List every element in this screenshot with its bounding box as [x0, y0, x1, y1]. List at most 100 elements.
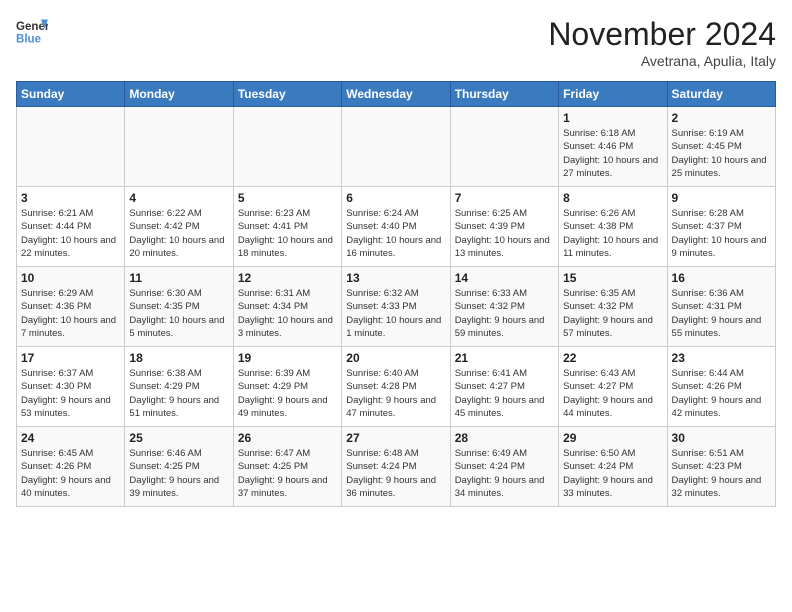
day-info: Sunrise: 6:23 AM Sunset: 4:41 PM Dayligh… — [238, 207, 337, 260]
day-info: Sunrise: 6:33 AM Sunset: 4:32 PM Dayligh… — [455, 287, 554, 340]
table-row: 17 Sunrise: 6:37 AM Sunset: 4:30 PM Dayli… — [17, 347, 125, 427]
calendar-week-row: 17 Sunrise: 6:37 AM Sunset: 4:30 PM Dayli… — [17, 347, 776, 427]
table-row: 13 Sunrise: 6:32 AM Sunset: 4:33 PM Dayli… — [342, 267, 450, 347]
table-row: 9Sunrise: 6:28 AM Sunset: 4:37 PM Daylig… — [667, 187, 775, 267]
table-row: 19Sunrise: 6:39 AM Sunset: 4:29 PM Dayli… — [233, 347, 341, 427]
table-row: 29Sunrise: 6:50 AM Sunset: 4:24 PM Dayli… — [559, 427, 667, 507]
day-number: 4 — [129, 191, 228, 205]
day-info: Sunrise: 6:45 AM Sunset: 4:26 PM Dayligh… — [21, 447, 120, 500]
table-row: 7Sunrise: 6:25 AM Sunset: 4:39 PM Daylig… — [450, 187, 558, 267]
table-row — [17, 107, 125, 187]
day-info: Sunrise: 6:21 AM Sunset: 4:44 PM Dayligh… — [21, 207, 120, 260]
calendar-week-row: 24 Sunrise: 6:45 AM Sunset: 4:26 PM Dayli… — [17, 427, 776, 507]
day-info: Sunrise: 6:38 AM Sunset: 4:29 PM Dayligh… — [129, 367, 228, 420]
day-number: 26 — [238, 431, 337, 445]
table-row: 6 Sunrise: 6:24 AM Sunset: 4:40 PM Daylig… — [342, 187, 450, 267]
day-info: Sunrise: 6:35 AM Sunset: 4:32 PM Dayligh… — [563, 287, 662, 340]
day-number: 30 — [672, 431, 771, 445]
day-info: Sunrise: 6:18 AM Sunset: 4:46 PM Dayligh… — [563, 127, 662, 180]
table-row — [233, 107, 341, 187]
header-thursday: Thursday — [450, 82, 558, 107]
page-header: General Blue November 2024 Avetrana, Apu… — [16, 16, 776, 69]
day-info: Sunrise: 6:46 AM Sunset: 4:25 PM Dayligh… — [129, 447, 228, 500]
day-info: Sunrise: 6:26 AM Sunset: 4:38 PM Dayligh… — [563, 207, 662, 260]
table-row: 11 Sunrise: 6:30 AM Sunset: 4:35 PM Dayli… — [125, 267, 233, 347]
day-info: Sunrise: 6:19 AM Sunset: 4:45 PM Dayligh… — [672, 127, 771, 180]
day-number: 14 — [455, 271, 554, 285]
table-row: 14 Sunrise: 6:33 AM Sunset: 4:32 PM Dayli… — [450, 267, 558, 347]
day-number: 18 — [129, 351, 228, 365]
day-number: 24 — [21, 431, 120, 445]
day-info: Sunrise: 6:43 AM Sunset: 4:27 PM Dayligh… — [563, 367, 662, 420]
day-number: 13 — [346, 271, 445, 285]
day-number: 2 — [672, 111, 771, 125]
table-row: 20 Sunrise: 6:40 AM Sunset: 4:28 PM Dayli… — [342, 347, 450, 427]
day-info: Sunrise: 6:40 AM Sunset: 4:28 PM Dayligh… — [346, 367, 445, 420]
logo-icon: General Blue — [16, 16, 48, 48]
svg-text:Blue: Blue — [16, 34, 42, 46]
table-row — [342, 107, 450, 187]
day-number: 29 — [563, 431, 662, 445]
day-number: 22 — [563, 351, 662, 365]
day-number: 25 — [129, 431, 228, 445]
day-info: Sunrise: 6:29 AM Sunset: 4:36 PM Dayligh… — [21, 287, 120, 340]
calendar-table: Sunday Monday Tuesday Wednesday Thursday… — [16, 81, 776, 507]
day-info: Sunrise: 6:31 AM Sunset: 4:34 PM Dayligh… — [238, 287, 337, 340]
table-row — [125, 107, 233, 187]
table-row: 21Sunrise: 6:41 AM Sunset: 4:27 PM Dayli… — [450, 347, 558, 427]
calendar-week-row: 10Sunrise: 6:29 AM Sunset: 4:36 PM Dayli… — [17, 267, 776, 347]
table-row: 27 Sunrise: 6:48 AM Sunset: 4:24 PM Dayli… — [342, 427, 450, 507]
day-info: Sunrise: 6:39 AM Sunset: 4:29 PM Dayligh… — [238, 367, 337, 420]
day-number: 28 — [455, 431, 554, 445]
day-number: 16 — [672, 271, 771, 285]
day-number: 6 — [346, 191, 445, 205]
day-number: 17 — [21, 351, 120, 365]
table-row: 28 Sunrise: 6:49 AM Sunset: 4:24 PM Dayli… — [450, 427, 558, 507]
table-row: 25 Sunrise: 6:46 AM Sunset: 4:25 PM Dayli… — [125, 427, 233, 507]
day-info: Sunrise: 6:37 AM Sunset: 4:30 PM Dayligh… — [21, 367, 120, 420]
day-info: Sunrise: 6:47 AM Sunset: 4:25 PM Dayligh… — [238, 447, 337, 500]
header-wednesday: Wednesday — [342, 82, 450, 107]
day-number: 12 — [238, 271, 337, 285]
day-info: Sunrise: 6:49 AM Sunset: 4:24 PM Dayligh… — [455, 447, 554, 500]
table-row: 23Sunrise: 6:44 AM Sunset: 4:26 PM Dayli… — [667, 347, 775, 427]
header-tuesday: Tuesday — [233, 82, 341, 107]
table-row: 2 Sunrise: 6:19 AM Sunset: 4:45 PM Daylig… — [667, 107, 775, 187]
table-row: 3 Sunrise: 6:21 AM Sunset: 4:44 PM Daylig… — [17, 187, 125, 267]
day-number: 21 — [455, 351, 554, 365]
table-row: 10Sunrise: 6:29 AM Sunset: 4:36 PM Dayli… — [17, 267, 125, 347]
table-row: 30 Sunrise: 6:51 AM Sunset: 4:23 PM Dayli… — [667, 427, 775, 507]
location: Avetrana, Apulia, Italy — [548, 53, 776, 69]
header-sunday: Sunday — [17, 82, 125, 107]
table-row: 24 Sunrise: 6:45 AM Sunset: 4:26 PM Dayli… — [17, 427, 125, 507]
day-info: Sunrise: 6:48 AM Sunset: 4:24 PM Dayligh… — [346, 447, 445, 500]
day-number: 11 — [129, 271, 228, 285]
table-row: 22 Sunrise: 6:43 AM Sunset: 4:27 PM Dayli… — [559, 347, 667, 427]
day-number: 15 — [563, 271, 662, 285]
table-row: 18 Sunrise: 6:38 AM Sunset: 4:29 PM Dayli… — [125, 347, 233, 427]
header-saturday: Saturday — [667, 82, 775, 107]
table-row: 5Sunrise: 6:23 AM Sunset: 4:41 PM Daylig… — [233, 187, 341, 267]
day-number: 27 — [346, 431, 445, 445]
table-row: 26 Sunrise: 6:47 AM Sunset: 4:25 PM Dayli… — [233, 427, 341, 507]
calendar-week-row: 1Sunrise: 6:18 AM Sunset: 4:46 PM Daylig… — [17, 107, 776, 187]
day-number: 9 — [672, 191, 771, 205]
day-number: 23 — [672, 351, 771, 365]
table-row: 1Sunrise: 6:18 AM Sunset: 4:46 PM Daylig… — [559, 107, 667, 187]
day-info: Sunrise: 6:51 AM Sunset: 4:23 PM Dayligh… — [672, 447, 771, 500]
table-row: 16 Sunrise: 6:36 AM Sunset: 4:31 PM Dayli… — [667, 267, 775, 347]
day-info: Sunrise: 6:24 AM Sunset: 4:40 PM Dayligh… — [346, 207, 445, 260]
day-number: 8 — [563, 191, 662, 205]
calendar-week-row: 3 Sunrise: 6:21 AM Sunset: 4:44 PM Daylig… — [17, 187, 776, 267]
calendar-header-row: Sunday Monday Tuesday Wednesday Thursday… — [17, 82, 776, 107]
day-info: Sunrise: 6:36 AM Sunset: 4:31 PM Dayligh… — [672, 287, 771, 340]
day-number: 7 — [455, 191, 554, 205]
table-row: 8 Sunrise: 6:26 AM Sunset: 4:38 PM Daylig… — [559, 187, 667, 267]
month-title: November 2024 — [548, 16, 776, 53]
header-monday: Monday — [125, 82, 233, 107]
day-number: 3 — [21, 191, 120, 205]
day-number: 20 — [346, 351, 445, 365]
day-info: Sunrise: 6:30 AM Sunset: 4:35 PM Dayligh… — [129, 287, 228, 340]
title-block: November 2024 Avetrana, Apulia, Italy — [548, 16, 776, 69]
day-info: Sunrise: 6:32 AM Sunset: 4:33 PM Dayligh… — [346, 287, 445, 340]
